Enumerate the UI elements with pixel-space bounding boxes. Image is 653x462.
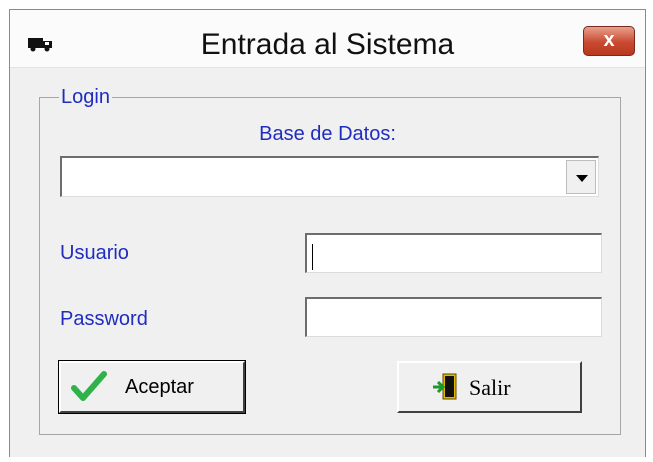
title-bar[interactable]: Entrada al Sistema x [10,10,645,68]
login-group-label: Login [59,86,112,109]
accept-button-label: Aceptar [125,376,194,398]
password-input[interactable] [305,297,602,337]
checkmark-icon [71,371,107,401]
chevron-down-icon [576,175,588,182]
exit-button[interactable]: Salir [397,361,582,413]
close-button[interactable]: x [583,26,635,56]
login-dialog: Entrada al Sistema x Login Base de Datos… [9,9,646,457]
user-input[interactable] [305,233,602,273]
window-title: Entrada al Sistema [200,28,455,61]
database-label: Base de Datos: [259,123,396,145]
password-label: Password [60,308,148,330]
close-icon: x [603,29,615,51]
accept-button[interactable]: Aceptar [58,360,246,414]
exit-door-icon [433,373,457,400]
combo-dropdown-button[interactable] [566,160,596,194]
user-label: Usuario [60,242,129,264]
exit-button-label: Salir [469,375,511,400]
database-combobox[interactable] [60,156,599,197]
dialog-body: Login Base de Datos: Usuario Password Ac… [10,68,645,457]
text-caret [312,244,313,270]
